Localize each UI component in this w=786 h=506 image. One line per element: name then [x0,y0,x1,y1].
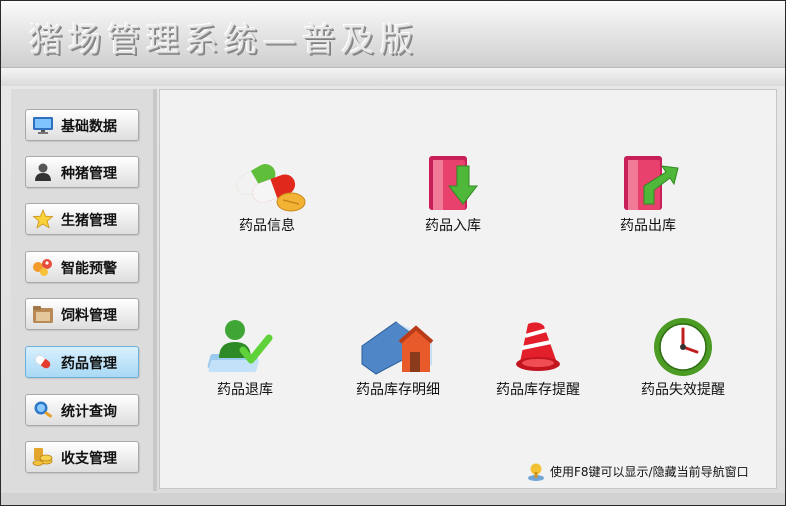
sidebar-item-medicine[interactable]: 药品管理 [25,346,139,378]
sidebar-item-finance[interactable]: 收支管理 [25,441,139,473]
sidebar-item-label: 统计查询 [61,404,117,420]
main-panel: 药品信息 药品入库 药品出库 药品退库 药品库存明细 药品库存提醒 药品失效提醒… [159,89,777,489]
folder-icon [33,306,53,323]
tile-medicine-info[interactable]: 药品信息 [202,152,332,302]
sidebar-item-label: 智能预警 [61,261,117,277]
alert-people-icon [33,259,52,276]
bell-icon [516,322,560,371]
sidebar-item-feed[interactable]: 饲料管理 [25,298,139,330]
sidebar-item-breeding-pigs[interactable]: 种猪管理 [25,156,139,188]
magnifier-icon [34,401,52,418]
hint-bar: 使用F8键可以显示/隐藏当前导航窗口 [524,460,772,482]
tile-medicine-stock-alert[interactable]: 药品库存提醒 [473,316,603,466]
hint-text: 使用F8键可以显示/隐藏当前导航窗口 [550,465,749,479]
folder-in-icon [429,156,479,210]
sidebar-item-label: 种猪管理 [61,166,117,182]
app-window: 猪场管理系统—普及版 基础数据 种猪管理 生猪管理 智能预警 饲料管理 药品管理… [0,0,786,506]
tile-medicine-stock-in[interactable]: 药品入库 [388,152,518,302]
pills-icon [236,164,306,212]
sidebar-item-basic-data[interactable]: 基础数据 [25,109,139,141]
sidebar-item-label: 饲料管理 [61,308,117,324]
sidebar-item-statistics[interactable]: 统计查询 [25,394,139,426]
sidebar: 基础数据 种猪管理 生猪管理 智能预警 饲料管理 药品管理 统计查询 收支管理 [11,89,157,491]
bottom-bar [1,493,785,505]
title-bar: 猪场管理系统—普及版 [1,1,785,68]
person-icon [35,163,51,181]
tile-label: 药品库存明细 [356,382,440,398]
sidebar-item-label: 药品管理 [61,356,117,372]
sidebar-item-smart-alert[interactable]: 智能预警 [25,251,139,283]
tile-label: 药品入库 [425,218,481,234]
pin-icon [528,463,544,481]
star-icon [32,209,54,229]
sidebar-item-label: 基础数据 [61,119,117,135]
user-check-icon [207,320,273,372]
pills-icon [35,355,51,369]
coins-icon [32,448,53,466]
app-title: 猪场管理系统—普及版 [29,20,419,59]
sidebar-item-label: 生猪管理 [61,213,117,229]
sidebar-item-label: 收支管理 [61,451,117,467]
tile-label: 药品信息 [239,218,295,234]
tile-medicine-stock-out[interactable]: 药品出库 [583,152,713,302]
house-icon [361,321,434,375]
tile-label: 药品失效提醒 [641,382,725,398]
tile-medicine-return[interactable]: 药品退库 [180,316,310,466]
tile-label: 药品库存提醒 [496,382,580,398]
monitor-icon [33,117,53,134]
folder-out-icon [624,156,679,210]
tile-label: 药品出库 [620,218,676,234]
tile-medicine-expiry-alert[interactable]: 药品失效提醒 [618,316,748,466]
tile-medicine-stock-detail[interactable]: 药品库存明细 [333,316,463,466]
tile-label: 药品退库 [217,382,273,398]
clock-icon [654,318,712,376]
header-strip [1,68,785,86]
sidebar-item-live-pigs[interactable]: 生猪管理 [25,203,139,235]
